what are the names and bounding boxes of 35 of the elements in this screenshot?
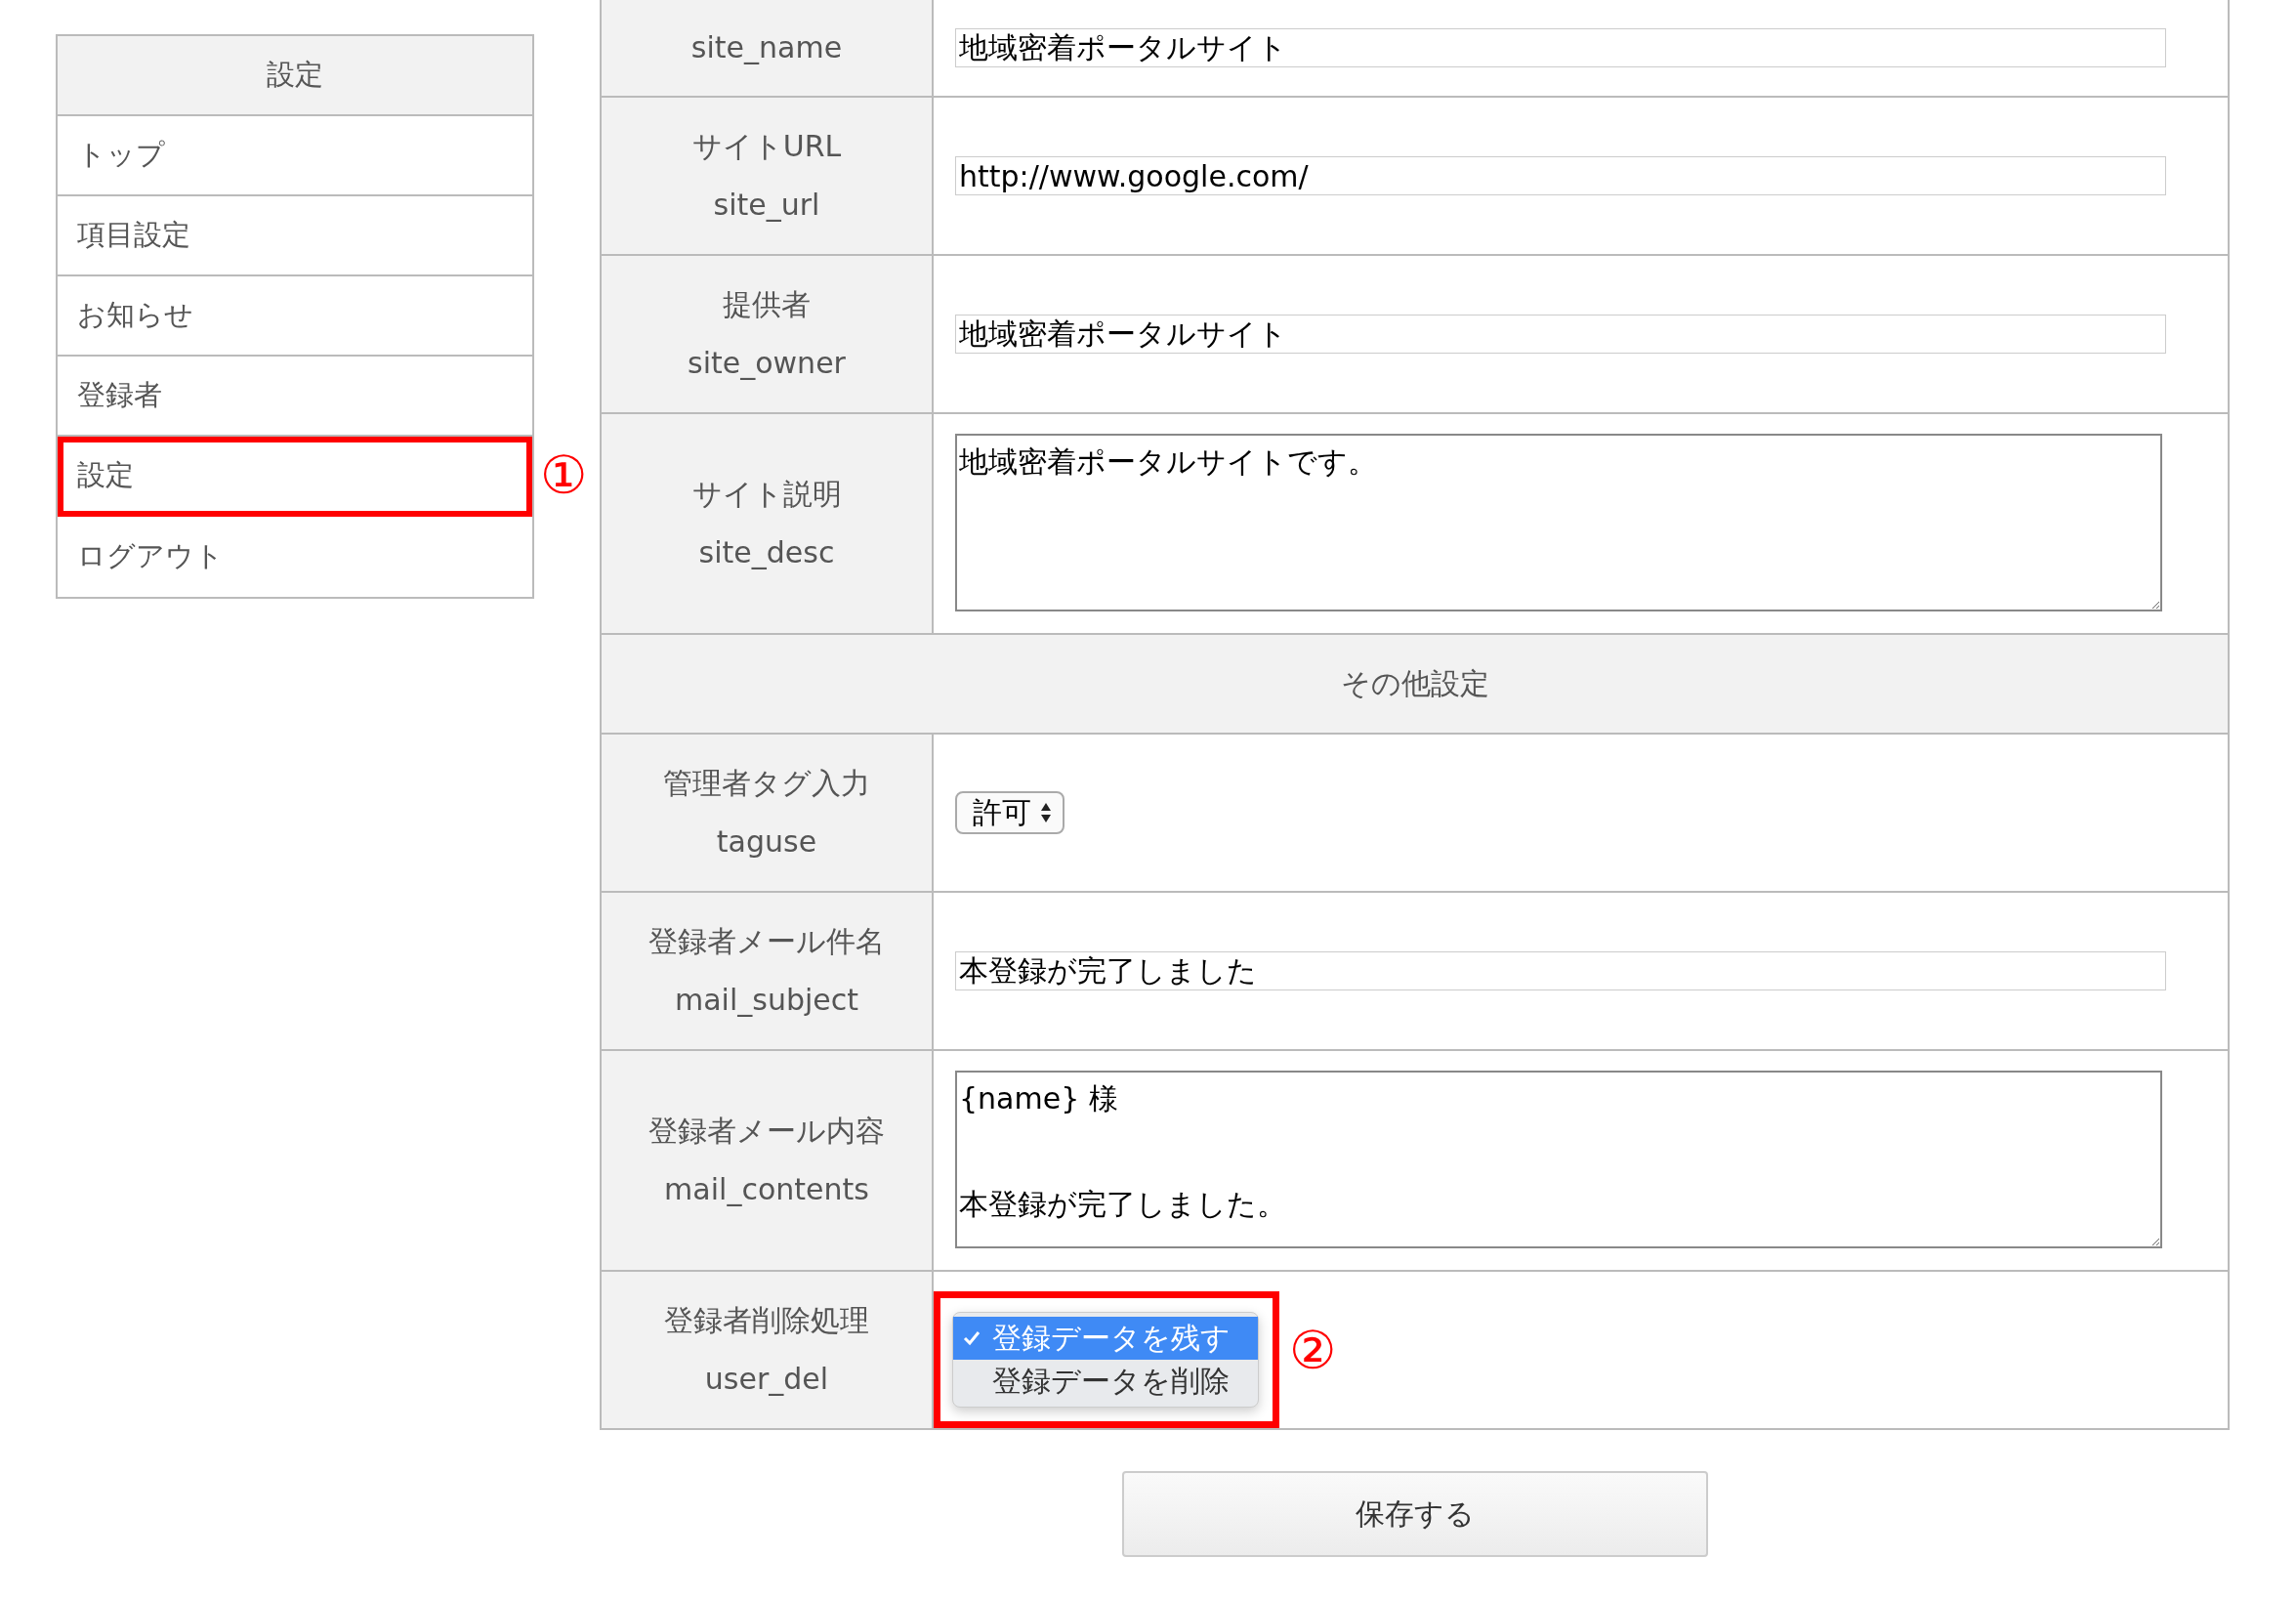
check-icon bbox=[963, 1329, 981, 1347]
sidebar-item[interactable]: お知らせ bbox=[58, 276, 532, 357]
field-key: site_url bbox=[713, 183, 820, 228]
text-field[interactable]: 地域密着ポータルサイト bbox=[955, 315, 2166, 354]
sidebar-item[interactable]: 登録者 bbox=[58, 357, 532, 437]
save-button[interactable]: 保存する bbox=[1121, 1471, 1708, 1557]
field-label: サイト説明 bbox=[691, 476, 842, 513]
menu-option[interactable]: 登録データを削除 bbox=[953, 1360, 1258, 1403]
field-key: site_name bbox=[690, 25, 843, 70]
field-key: user_del bbox=[704, 1357, 829, 1402]
text-field[interactable]: 本登録が完了しました bbox=[955, 951, 2166, 990]
annotation-number: ① bbox=[540, 449, 588, 502]
stepper-icon bbox=[1039, 801, 1053, 824]
field-key: site_owner bbox=[688, 341, 846, 386]
field-label: 管理者タグ入力 bbox=[663, 765, 870, 802]
section-header: その他設定 bbox=[602, 635, 2228, 735]
field-label: 登録者削除処理 bbox=[664, 1302, 869, 1339]
field-label: 登録者メール件名 bbox=[648, 923, 885, 960]
field-label: 登録者メール内容 bbox=[648, 1113, 885, 1150]
text-area[interactable]: {name} 様 本登録が完了しました。 bbox=[955, 1071, 2162, 1248]
field-label: 提供者 bbox=[723, 286, 811, 323]
field-key: mail_subject bbox=[675, 978, 858, 1023]
field-key: site_desc bbox=[698, 530, 835, 575]
text-field[interactable]: 地域密着ポータルサイト bbox=[955, 28, 2166, 67]
sidebar-item[interactable]: 項目設定 bbox=[58, 196, 532, 276]
text-area[interactable]: 地域密着ポータルサイトです。 bbox=[955, 434, 2162, 611]
field-key: taguse bbox=[716, 820, 817, 864]
select-box[interactable]: 許可 bbox=[955, 791, 1065, 834]
sidebar-item[interactable]: トップ bbox=[58, 116, 532, 196]
annotation-number: ② bbox=[1289, 1319, 1337, 1381]
field-label: サイトURL bbox=[691, 128, 842, 165]
field-key: mail_contents bbox=[664, 1167, 869, 1212]
sidebar-title: 設定 bbox=[58, 36, 532, 116]
sidebar-item[interactable]: ログアウト bbox=[58, 517, 532, 597]
text-field[interactable]: http://www.google.com/ bbox=[955, 156, 2166, 195]
